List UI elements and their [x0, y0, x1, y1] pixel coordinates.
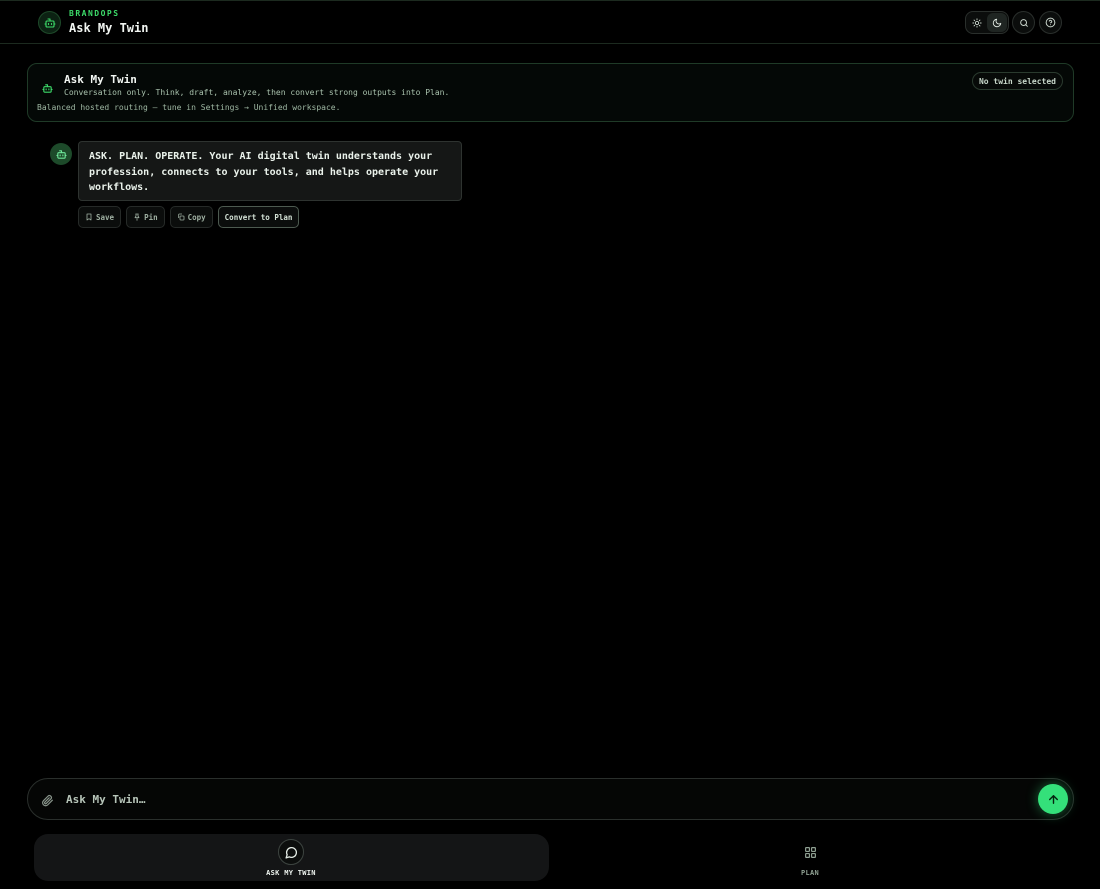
search-icon [1019, 18, 1028, 27]
theme-toggle[interactable] [965, 11, 1009, 34]
bookmark-icon [86, 213, 92, 221]
robot-icon [42, 79, 53, 98]
brand-logo[interactable] [38, 11, 61, 34]
convert-to-plan-button[interactable]: Convert to Plan [217, 206, 300, 228]
card-subtitle: Conversation only. Think, draft, analyze… [64, 88, 450, 97]
routing-info: Balanced hosted routing — tune in Settin… [37, 103, 341, 112]
send-button[interactable] [1038, 784, 1068, 814]
help-icon [1045, 17, 1056, 28]
page-title: Ask My Twin [69, 21, 149, 35]
top-bar: BRANDOPS Ask My Twin [0, 0, 1100, 44]
save-button[interactable]: Save [78, 206, 122, 228]
copy-button[interactable]: Copy [169, 206, 213, 228]
robot-icon [43, 17, 56, 28]
pin-label: Pin [144, 212, 158, 222]
chat-icon [284, 846, 297, 859]
message-actions: Save Pin Copy Convert to Plan [78, 206, 300, 228]
moon-icon [992, 18, 1002, 27]
nav-ask-icon-wrap [278, 839, 304, 865]
save-label: Save [96, 212, 115, 222]
pin-button[interactable]: Pin [126, 206, 165, 228]
nav-ask-label: ASK MY TWIN [266, 869, 316, 877]
paperclip-icon [42, 794, 53, 807]
light-theme-button[interactable] [967, 13, 987, 32]
assistant-avatar [50, 143, 72, 165]
search-button[interactable] [1012, 11, 1035, 34]
grid-icon [804, 846, 816, 858]
nav-ask-my-twin[interactable]: ASK MY TWIN [191, 834, 391, 881]
message-input[interactable] [66, 788, 1026, 810]
brand-name: BRANDOPS [69, 9, 120, 18]
composer [27, 778, 1074, 820]
card-title: Ask My Twin [64, 73, 137, 86]
attach-button[interactable] [41, 792, 54, 811]
dark-theme-button[interactable] [987, 13, 1007, 32]
twin-selector-badge[interactable]: No twin selected [971, 72, 1063, 90]
twin-info-card: Ask My Twin Conversation only. Think, dr… [27, 63, 1074, 122]
copy-icon [177, 213, 185, 221]
nav-plan[interactable]: PLAN [760, 834, 860, 881]
robot-icon [55, 149, 67, 159]
sun-icon [972, 17, 982, 28]
assistant-message: ASK. PLAN. OPERATE. Your AI digital twin… [78, 141, 462, 201]
arrow-up-icon [1048, 794, 1058, 804]
nav-plan-icon-wrap [797, 839, 823, 865]
nav-plan-label: PLAN [800, 869, 820, 877]
copy-label: Copy [187, 212, 206, 222]
pin-icon [134, 213, 140, 221]
help-button[interactable] [1039, 11, 1062, 34]
